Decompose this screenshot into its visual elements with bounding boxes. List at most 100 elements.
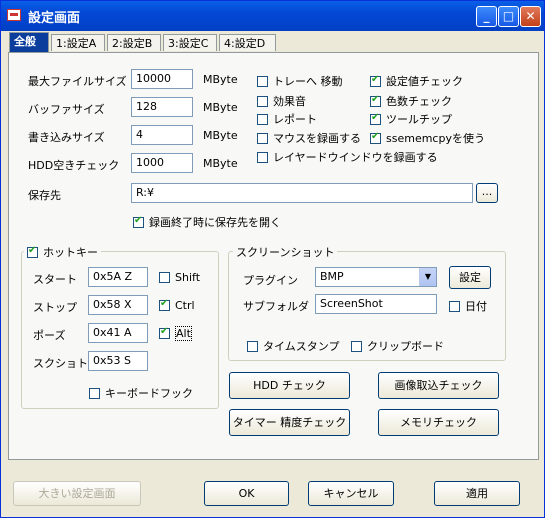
large-settings-button[interactable]: 大きい設定画面 <box>13 481 141 506</box>
keyboard-hook-label: キーボードフック <box>105 387 193 400</box>
hotkey-screenshot-input[interactable]: 0x53 S <box>88 351 148 371</box>
ssememcpy-label: ssememcpyを使う <box>386 132 485 145</box>
hotkey-start-label: スタート <box>33 273 77 286</box>
hdd-free-check-input[interactable]: 1000 <box>131 153 193 173</box>
checkbox-box <box>257 76 268 87</box>
image-capture-check-button[interactable]: 画像取込チェック <box>378 372 499 399</box>
write-size-unit: MByte <box>203 129 238 142</box>
maximize-icon: □ <box>502 9 515 23</box>
hotkey-pause-label: ポーズ <box>33 329 66 342</box>
maximize-button[interactable]: □ <box>498 6 519 27</box>
timestamp-checkbox[interactable]: タイムスタンプ <box>247 338 339 354</box>
ok-button[interactable]: OK <box>204 481 289 506</box>
tab-setting-b[interactable]: 2:設定B <box>107 34 161 51</box>
open-dest-label: 録画終了時に保存先を開く <box>149 216 281 229</box>
setting-value-check-checkbox[interactable]: 設定値チェック <box>370 73 463 89</box>
max-file-size-label: 最大ファイルサイズ <box>28 75 127 88</box>
hotkey-pause-input[interactable]: 0x41 A <box>88 323 148 343</box>
checkbox-box <box>257 133 268 144</box>
checkbox-box <box>370 94 381 107</box>
checkbox-box <box>370 74 381 87</box>
minimize-button[interactable]: _ <box>476 6 497 27</box>
plugin-select[interactable]: BMP ▼ <box>315 267 437 287</box>
open-dest-checkbox[interactable]: 録画終了時に保存先を開く <box>133 214 281 230</box>
apply-button[interactable]: 適用 <box>434 481 520 506</box>
tab-general[interactable]: 全般 <box>9 32 49 53</box>
checkbox-box <box>89 388 100 399</box>
color-count-check-checkbox[interactable]: 色数チェック <box>370 93 452 109</box>
checkbox-box <box>449 301 460 312</box>
color-count-check-label: 色数チェック <box>386 95 452 108</box>
timestamp-label: タイムスタンプ <box>263 340 340 353</box>
hotkey-stop-input[interactable]: 0x58 X <box>88 295 148 315</box>
save-dest-input[interactable]: R:¥ <box>131 183 473 203</box>
checkbox-box <box>27 245 38 258</box>
tab-setting-d[interactable]: 4:設定D <box>219 34 276 51</box>
setting-value-check-label: 設定値チェック <box>386 75 463 88</box>
buffer-size-unit: MByte <box>203 101 238 114</box>
max-file-size-input[interactable]: 10000 <box>131 69 193 89</box>
clipboard-label: クリップボード <box>367 340 444 353</box>
hotkey-start-input[interactable]: 0x5A Z <box>88 267 148 287</box>
dropdown-arrow-icon[interactable]: ▼ <box>419 268 436 286</box>
date-label: 日付 <box>465 300 487 313</box>
screenshot-label: スクリーンショット <box>233 244 338 260</box>
checkbox-box <box>257 96 268 107</box>
cancel-button[interactable]: キャンセル <box>308 481 394 506</box>
general-panel: 最大ファイルサイズ 10000 MByte バッファサイズ 128 MByte … <box>8 52 539 460</box>
write-size-input[interactable]: 4 <box>131 125 193 145</box>
title-bar[interactable]: 設定画面 _ □ ✕ <box>1 1 544 31</box>
checkbox-box <box>247 341 258 352</box>
record-mouse-label: マウスを録画する <box>273 132 361 145</box>
record-mouse-checkbox[interactable]: マウスを録画する <box>257 130 361 146</box>
subfolder-label: サブフォルダ <box>243 300 309 313</box>
tray-move-checkbox[interactable]: トレーへ 移動 <box>257 73 343 89</box>
minimize-icon: _ <box>483 9 490 23</box>
checkbox-box <box>159 298 170 311</box>
max-file-size-unit: MByte <box>203 73 238 86</box>
sound-effect-checkbox[interactable]: 効果音 <box>257 93 306 109</box>
tab-setting-c[interactable]: 3:設定C <box>163 34 217 51</box>
save-dest-label: 保存先 <box>28 189 61 202</box>
tooltip-label: ツールチップ <box>386 113 452 126</box>
buffer-size-label: バッファサイズ <box>28 103 105 116</box>
tooltip-checkbox[interactable]: ツールチップ <box>370 111 452 127</box>
alt-label: Alt <box>175 326 192 341</box>
report-checkbox[interactable]: レポート <box>257 111 317 127</box>
checkbox-box <box>257 152 268 163</box>
hdd-free-check-label: HDD空きチェック <box>28 159 120 172</box>
hdd-free-check-unit: MByte <box>203 157 238 170</box>
timer-precision-check-button[interactable]: タイマー 精度チェック <box>229 409 350 436</box>
hdd-check-button[interactable]: HDD チェック <box>229 372 350 399</box>
sound-effect-label: 効果音 <box>273 95 306 108</box>
plugin-label: プラグイン <box>243 274 298 287</box>
keyboard-hook-checkbox[interactable]: キーボードフック <box>89 385 193 401</box>
window-title: 設定画面 <box>28 11 81 26</box>
close-button[interactable]: ✕ <box>520 6 541 27</box>
plugin-value: BMP <box>320 270 344 283</box>
alt-checkbox[interactable]: Alt <box>159 326 192 341</box>
ctrl-label: Ctrl <box>175 299 195 312</box>
date-checkbox[interactable]: 日付 <box>449 298 487 314</box>
ctrl-checkbox[interactable]: Ctrl <box>159 298 195 312</box>
plugin-settings-button[interactable]: 設定 <box>449 266 491 289</box>
shift-checkbox[interactable]: Shift <box>159 271 200 284</box>
checkbox-box <box>159 326 170 339</box>
subfolder-input[interactable]: ScreenShot <box>315 294 437 314</box>
hotkey-checkbox[interactable]: ホットキー <box>24 244 101 260</box>
ssememcpy-checkbox[interactable]: ssememcpyを使う <box>370 130 485 146</box>
tray-move-label: トレーへ 移動 <box>273 75 343 88</box>
hotkey-stop-label: ストップ <box>33 301 77 314</box>
browse-button[interactable]: ... <box>476 183 498 203</box>
memory-check-button[interactable]: メモリチェック <box>378 409 499 436</box>
tab-setting-a[interactable]: 1:設定A <box>51 34 105 51</box>
clipboard-checkbox[interactable]: クリップボード <box>351 338 444 354</box>
checkbox-box <box>133 215 144 228</box>
settings-window: 設定画面 _ □ ✕ 全般 1:設定A 2:設定B 3:設定C 4:設定D 最大… <box>0 0 545 518</box>
checkbox-box <box>370 131 381 144</box>
record-layered-window-checkbox[interactable]: レイヤードウインドウを録画する <box>257 149 438 165</box>
close-icon: ✕ <box>525 9 536 23</box>
app-icon <box>7 9 21 21</box>
buffer-size-input[interactable]: 128 <box>131 97 193 117</box>
checkbox-box <box>159 272 170 283</box>
